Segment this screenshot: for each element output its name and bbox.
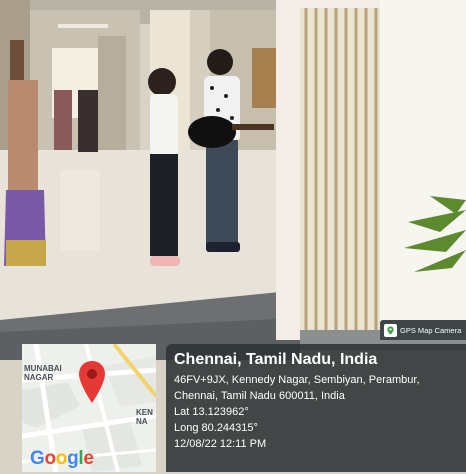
latitude: Lat 13.123962° (174, 406, 249, 418)
map-marker-icon (79, 361, 105, 403)
gps-map-camera-badge: GPS Map Camera (380, 320, 466, 340)
timestamp: 12/08/22 12:11 PM (174, 438, 267, 450)
map-pin-icon (384, 323, 397, 337)
address-line-2: Chennai, Tamil Nadu 600011, India (174, 390, 345, 402)
location-city: Chennai, Tamil Nadu, India (174, 351, 378, 368)
map-label-kennedy-nagar: KEN NA (136, 408, 153, 426)
longitude: Long 80.244315° (174, 422, 258, 434)
location-info-panel: Chennai, Tamil Nadu, India 46FV+9JX, Ken… (166, 344, 466, 472)
location-map: MUNABAI NAGAR KEN NA Google (22, 344, 156, 472)
google-logo: Google (30, 448, 94, 469)
photo-frame: GPS Map Camera MUNABAI NAGAR KEN NA Google… (0, 0, 466, 474)
badge-label: GPS Map Camera (400, 325, 462, 335)
map-label-munabai-nagar: MUNABAI NAGAR (24, 364, 62, 382)
address-line-1: 46FV+9JX, Kennedy Nagar, Sembiyan, Peram… (174, 374, 420, 386)
